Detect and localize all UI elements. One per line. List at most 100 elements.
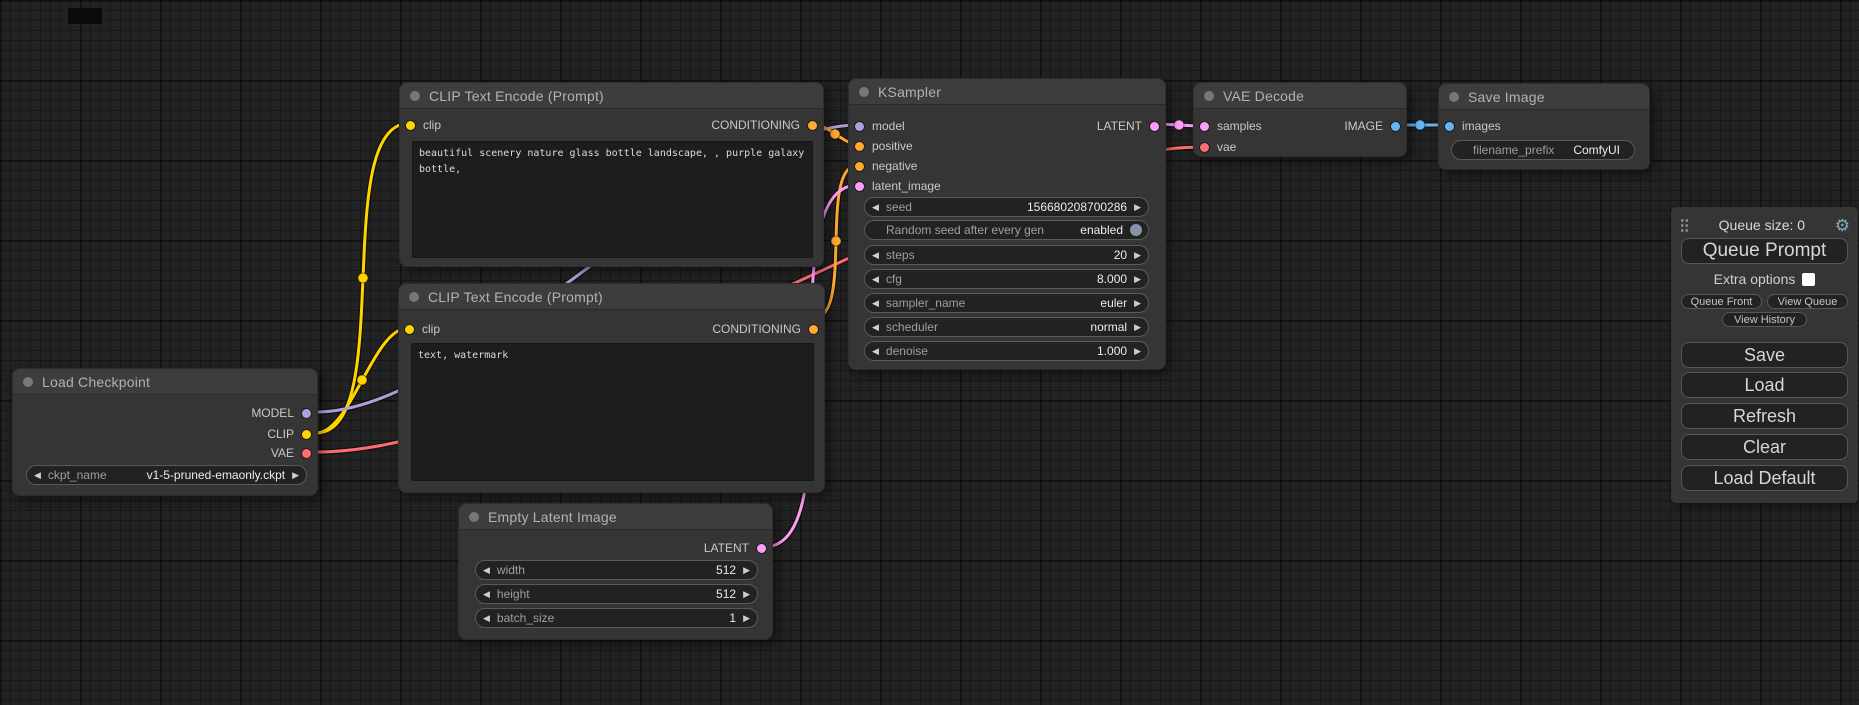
latent-port-icon[interactable] [855, 182, 864, 191]
output-slot-model[interactable]: MODEL [251, 403, 311, 423]
input-slot-clip[interactable]: clip [406, 115, 441, 135]
increment-arrow-icon[interactable]: ▶ [1134, 347, 1141, 356]
collapse-dot-icon[interactable] [859, 87, 869, 97]
increment-arrow-icon[interactable]: ▶ [1134, 275, 1141, 284]
increment-arrow-icon[interactable]: ▶ [1134, 203, 1141, 212]
widget-seed[interactable]: ◀ seed 156680208700286 ▶ [864, 197, 1149, 217]
increment-arrow-icon[interactable]: ▶ [1134, 251, 1141, 260]
input-slot-latent-image[interactable]: latent_image [855, 176, 941, 196]
node-title-bar[interactable]: Empty Latent Image [459, 504, 772, 530]
refresh-button[interactable]: Refresh [1681, 403, 1848, 429]
conditioning-port-icon[interactable] [855, 162, 864, 171]
settings-gear-icon[interactable]: ⚙ [1835, 217, 1850, 234]
widget-scheduler[interactable]: ◀ scheduler normal ▶ [864, 317, 1149, 337]
save-button[interactable]: Save [1681, 342, 1848, 368]
extra-options-checkbox[interactable] [1802, 273, 1815, 286]
widget-cfg[interactable]: ◀ cfg 8.000 ▶ [864, 269, 1149, 289]
node-clip-text-encode-negative[interactable]: CLIP Text Encode (Prompt) clip CONDITION… [398, 283, 825, 493]
node-clip-text-encode-positive[interactable]: CLIP Text Encode (Prompt) clip CONDITION… [399, 82, 824, 267]
widget-batch-size[interactable]: ◀ batch_size 1 ▶ [475, 608, 758, 628]
conditioning-port-icon[interactable] [855, 142, 864, 151]
queue-front-button[interactable]: Queue Front [1681, 294, 1762, 309]
widget-steps[interactable]: ◀ steps 20 ▶ [864, 245, 1149, 265]
node-empty-latent-image[interactable]: Empty Latent Image LATENT ◀ width 512 ▶ … [458, 503, 773, 640]
load-button[interactable]: Load [1681, 372, 1848, 398]
input-slot-model[interactable]: model [855, 116, 905, 136]
decrement-arrow-icon[interactable]: ◀ [872, 275, 879, 284]
output-slot-vae[interactable]: VAE [271, 443, 311, 463]
collapse-dot-icon[interactable] [410, 91, 420, 101]
widget-width[interactable]: ◀ width 512 ▶ [475, 560, 758, 580]
collapse-dot-icon[interactable] [409, 292, 419, 302]
node-title-bar[interactable]: Save Image [1439, 84, 1649, 110]
input-slot-vae[interactable]: vae [1200, 137, 1236, 157]
decrement-arrow-icon[interactable]: ◀ [483, 614, 490, 623]
input-slot-positive[interactable]: positive [855, 136, 913, 156]
output-slot-clip[interactable]: CLIP [267, 424, 311, 444]
decrement-arrow-icon[interactable]: ◀ [872, 203, 879, 212]
conditioning-port-icon[interactable] [808, 121, 817, 130]
model-port-icon[interactable] [302, 409, 311, 418]
prompt-textarea[interactable]: text, watermark [411, 343, 814, 481]
model-port-icon[interactable] [855, 122, 864, 131]
view-history-button[interactable]: View History [1722, 312, 1807, 327]
collapse-dot-icon[interactable] [1449, 92, 1459, 102]
toggle-enabled-icon[interactable] [1130, 224, 1142, 236]
clear-button[interactable]: Clear [1681, 434, 1848, 460]
increment-arrow-icon[interactable]: ▶ [743, 566, 750, 575]
clip-port-icon[interactable] [302, 430, 311, 439]
decrement-arrow-icon[interactable]: ◀ [34, 471, 41, 480]
widget-height[interactable]: ◀ height 512 ▶ [475, 584, 758, 604]
output-slot-latent[interactable]: LATENT [704, 538, 766, 558]
decrement-arrow-icon[interactable]: ◀ [483, 566, 490, 575]
decrement-arrow-icon[interactable]: ◀ [872, 347, 879, 356]
node-save-image[interactable]: Save Image images filename_prefix ComfyU… [1438, 83, 1650, 170]
drag-handle-icon[interactable] [1680, 218, 1689, 233]
clip-port-icon[interactable] [406, 121, 415, 130]
conditioning-port-icon[interactable] [809, 325, 818, 334]
collapse-dot-icon[interactable] [23, 377, 33, 387]
increment-arrow-icon[interactable]: ▶ [1134, 299, 1141, 308]
node-title-bar[interactable]: Load Checkpoint [13, 369, 317, 395]
increment-arrow-icon[interactable]: ▶ [743, 614, 750, 623]
node-load-checkpoint[interactable]: Load Checkpoint MODEL CLIP VAE ◀ ckpt_na… [12, 368, 318, 496]
node-title-bar[interactable]: CLIP Text Encode (Prompt) [400, 83, 823, 109]
widget-sampler-name[interactable]: ◀ sampler_name euler ▶ [864, 293, 1149, 313]
widget-ckpt-name[interactable]: ◀ ckpt_name v1-5-pruned-emaonly.ckpt ▶ [26, 465, 307, 485]
decrement-arrow-icon[interactable]: ◀ [872, 299, 879, 308]
input-slot-negative[interactable]: negative [855, 156, 917, 176]
image-port-icon[interactable] [1391, 122, 1400, 131]
clip-port-icon[interactable] [405, 325, 414, 334]
decrement-arrow-icon[interactable]: ◀ [872, 323, 879, 332]
node-title-bar[interactable]: VAE Decode [1194, 83, 1406, 109]
node-title-bar[interactable]: CLIP Text Encode (Prompt) [399, 284, 824, 310]
increment-arrow-icon[interactable]: ▶ [292, 471, 299, 480]
increment-arrow-icon[interactable]: ▶ [743, 590, 750, 599]
latent-port-icon[interactable] [1200, 122, 1209, 131]
image-port-icon[interactable] [1445, 122, 1454, 131]
widget-random-seed-toggle[interactable]: Random seed after every gen enabled [864, 220, 1149, 240]
widget-filename-prefix[interactable]: filename_prefix ComfyUI [1451, 140, 1635, 160]
output-slot-conditioning[interactable]: CONDITIONING [711, 115, 817, 135]
output-slot-conditioning[interactable]: CONDITIONING [712, 319, 818, 339]
collapse-dot-icon[interactable] [1204, 91, 1214, 101]
input-slot-images[interactable]: images [1445, 116, 1501, 136]
input-slot-samples[interactable]: samples [1200, 116, 1262, 136]
vae-port-icon[interactable] [302, 449, 311, 458]
vae-port-icon[interactable] [1200, 143, 1209, 152]
increment-arrow-icon[interactable]: ▶ [1134, 323, 1141, 332]
prompt-textarea[interactable]: beautiful scenery nature glass bottle la… [412, 141, 813, 258]
queue-prompt-button[interactable]: Queue Prompt [1681, 238, 1848, 264]
output-slot-image[interactable]: IMAGE [1344, 116, 1400, 136]
view-queue-button[interactable]: View Queue [1767, 294, 1848, 309]
node-ksampler[interactable]: KSampler model positive negative latent_… [848, 78, 1166, 370]
node-title-bar[interactable]: KSampler [849, 79, 1165, 105]
load-default-button[interactable]: Load Default [1681, 465, 1848, 491]
node-vae-decode[interactable]: VAE Decode samples vae IMAGE [1193, 82, 1407, 157]
collapse-dot-icon[interactable] [469, 512, 479, 522]
widget-denoise[interactable]: ◀ denoise 1.000 ▶ [864, 341, 1149, 361]
decrement-arrow-icon[interactable]: ◀ [872, 251, 879, 260]
latent-port-icon[interactable] [757, 544, 766, 553]
latent-port-icon[interactable] [1150, 122, 1159, 131]
decrement-arrow-icon[interactable]: ◀ [483, 590, 490, 599]
